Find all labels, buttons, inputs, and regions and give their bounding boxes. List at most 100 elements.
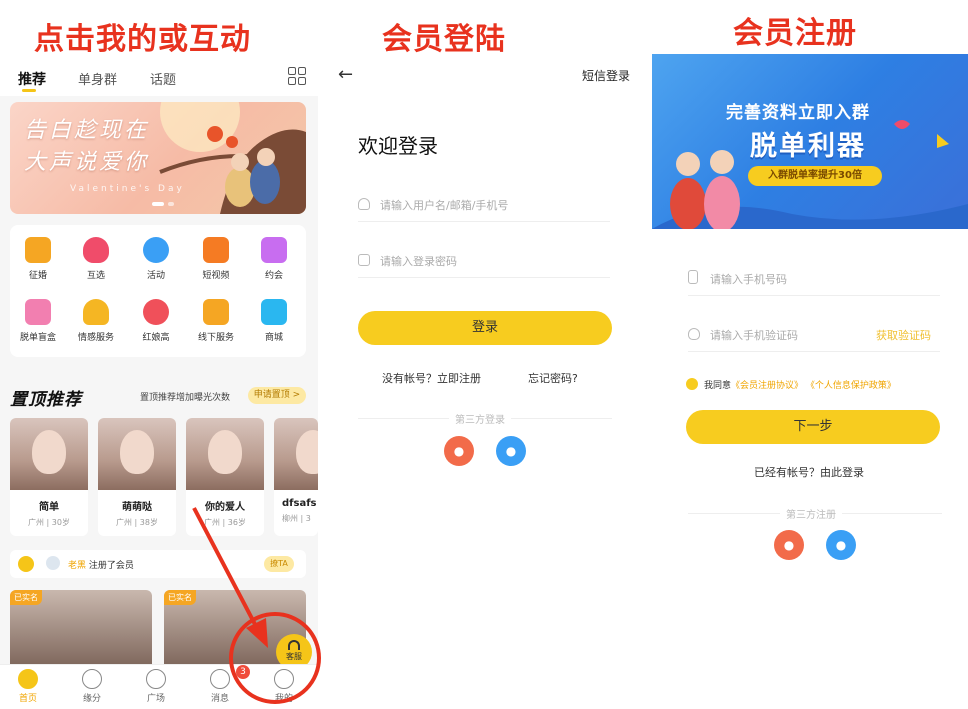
password-placeholder: 请输入登录密码 [380, 255, 457, 268]
screenshot-root: 点击我的或互动 会员登陆 会员注册 推荐 单身群 话题 告白趁现在 大声说爱你 … [0, 0, 968, 709]
apply-pin-button[interactable]: 申请置顶 > [248, 387, 306, 404]
agreement-text: 我同意《会员注册协议》 《个人信息保护政策》 [704, 378, 896, 391]
banner-text-line2: 大声说爱你 [24, 150, 150, 175]
tab-topics[interactable]: 话题 [150, 69, 176, 88]
flirt-button[interactable]: 撩TA [264, 556, 294, 572]
cheers-icon [261, 237, 287, 263]
menu-item-activity[interactable]: 活动 [128, 237, 184, 281]
password-field[interactable]: 请输入登录密码 [358, 246, 610, 278]
grid-menu-icon[interactable] [288, 67, 306, 85]
nav-label: 缘分 [82, 694, 101, 704]
profile-info: 广州 | 38岁 [116, 518, 158, 527]
menu-item-blind-box[interactable]: 脱单盲盒 [10, 299, 66, 343]
profile-name: dfsafs [282, 498, 317, 509]
verified-badge: 已实名 [164, 590, 196, 605]
menu-label: 红娘高 [142, 333, 170, 343]
avatar [46, 556, 60, 570]
nav-square[interactable]: 广场 [136, 669, 176, 704]
profile-card[interactable]: 简单 广州 | 30岁 [10, 418, 88, 536]
profile-card[interactable]: dfsafs 柳州 | 3 [274, 418, 318, 536]
menu-item-dating[interactable]: 约会 [246, 237, 302, 281]
profile-card[interactable]: 萌萌哒 广州 | 38岁 [98, 418, 176, 536]
shield-icon [688, 328, 700, 340]
username-placeholder: 请输入用户名/邮箱/手机号 [380, 199, 509, 212]
menu-item-short-video[interactable]: 短视频 [188, 237, 244, 281]
home-icon [18, 669, 38, 689]
home-top-tabs: 推荐 单身群 话题 [0, 60, 318, 96]
annotation-circle [229, 612, 321, 704]
verified-badge: 已实名 [10, 590, 42, 605]
menu-item-mall[interactable]: 商城 [246, 299, 302, 343]
next-step-button[interactable]: 下一步 [686, 410, 940, 444]
banner-pagination [152, 202, 174, 206]
login-here-link[interactable]: 已经有帐号？由此登录 [754, 464, 864, 480]
profile-photo [98, 418, 176, 490]
blind-box-icon [25, 299, 51, 325]
active-tab-indicator [22, 89, 36, 92]
privacy-policy-link[interactable]: 《个人信息保护政策》 [806, 381, 896, 391]
third-party-register-label: 第三方注册 [780, 506, 842, 521]
qq-register-icon[interactable]: ● [826, 530, 856, 560]
profile-name: 简单 [39, 502, 59, 513]
agree-checkbox[interactable] [686, 378, 698, 390]
verified-profile-card[interactable]: 已实名 [10, 590, 152, 670]
menu-label: 活动 [146, 271, 165, 281]
qq-login-icon[interactable]: ● [496, 436, 526, 466]
title-panel2: 会员登陆 [382, 22, 506, 57]
store-icon [203, 299, 229, 325]
profile-info: 广州 | 36岁 [204, 518, 246, 527]
menu-item-emotional-service[interactable]: 情感服务 [68, 299, 124, 343]
nav-label: 广场 [146, 694, 165, 704]
menu-label: 征婚 [28, 271, 47, 281]
menu-item-offline-service[interactable]: 线下服务 [188, 299, 244, 343]
phone-icon [688, 270, 698, 284]
counselor-icon [83, 299, 109, 325]
menu-item-mutual-select[interactable]: 互选 [68, 237, 124, 281]
weibo-login-icon[interactable]: ● [444, 436, 474, 466]
register-link[interactable]: 没有帐号？立即注册 [382, 370, 481, 386]
notice-text: 老黑 注册了会员 [68, 558, 134, 571]
title-panel1: 点击我的或互动 [34, 22, 251, 57]
speaker-icon [18, 556, 34, 572]
shopping-bag-icon [261, 299, 287, 325]
welcome-title: 欢迎登录 [358, 134, 438, 158]
notice-bar: 老黑 注册了会员 撩TA [10, 550, 306, 578]
matchmaking-icon [25, 237, 51, 263]
profile-info: 柳州 | 3 [282, 514, 311, 523]
get-code-button[interactable]: 获取验证码 [876, 327, 931, 343]
menu-label: 约会 [264, 271, 283, 281]
forgot-password-link[interactable]: 忘记密码? [528, 370, 578, 386]
notice-user[interactable]: 老黑 [68, 561, 86, 571]
balloon-icon [143, 237, 169, 263]
profile-card[interactable]: 你的爱人 广州 | 36岁 [186, 418, 264, 536]
profile-name: 你的爱人 [205, 502, 245, 513]
nav-home[interactable]: 首页 [8, 669, 48, 704]
heart-icon [83, 237, 109, 263]
user-icon [358, 198, 370, 210]
phone-field[interactable]: 请输入手机号码 [688, 264, 940, 296]
weibo-register-icon[interactable]: ● [774, 530, 804, 560]
member-agreement-link[interactable]: 《会员注册协议》 [731, 381, 803, 391]
pinned-recommend-header: 置顶推荐 置顶推荐增加曝光次数 申请置顶 > [10, 385, 306, 410]
menu-item-matchmaking[interactable]: 征婚 [10, 237, 66, 281]
matchmaker-icon [143, 299, 169, 325]
phone-placeholder: 请输入手机号码 [710, 273, 787, 286]
code-placeholder: 请输入手机验证码 [710, 329, 798, 342]
menu-label: 线下服务 [197, 333, 234, 343]
menu-item-matchmaker[interactable]: 红娘高 [128, 299, 184, 343]
login-button[interactable]: 登录 [358, 311, 612, 345]
sms-login-link[interactable]: 短信登录 [582, 67, 630, 84]
nav-fate[interactable]: 缘分 [72, 669, 112, 704]
back-arrow-icon[interactable]: ← [338, 64, 353, 85]
username-field[interactable]: 请输入用户名/邮箱/手机号 [358, 190, 610, 222]
lock-icon [358, 254, 370, 266]
menu-label: 互选 [86, 271, 105, 281]
nav-label: 消息 [210, 694, 229, 704]
tab-recommend[interactable]: 推荐 [18, 69, 46, 89]
profile-name: 萌萌哒 [122, 502, 152, 513]
third-party-login-label: 第三方登录 [449, 411, 511, 426]
valentine-banner[interactable]: 告白趁现在 大声说爱你 Valentine's Day [10, 102, 306, 214]
tab-singles-group[interactable]: 单身群 [78, 69, 117, 88]
agree-prefix: 我同意 [704, 381, 732, 391]
menu-label: 情感服务 [77, 333, 114, 343]
